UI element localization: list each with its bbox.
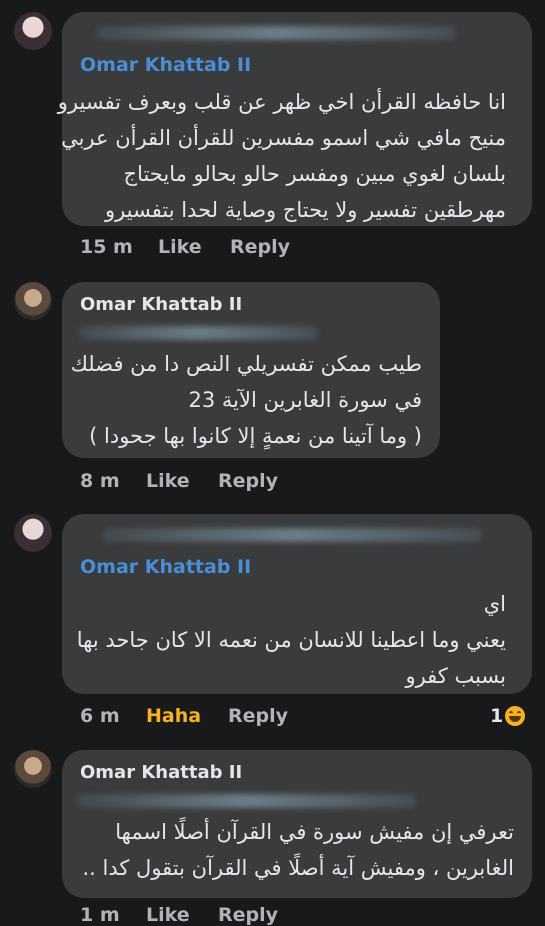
comment-author[interactable]: Omar Khattab II xyxy=(80,762,242,783)
comment-line: طيب ممكن تفسريلي النص دا من فضلك xyxy=(70,352,422,376)
comment-line: مهرطقين تفسير ولا يحتاج وصاية لحدا بتفسي… xyxy=(104,198,506,222)
like-button[interactable]: Like xyxy=(158,236,202,258)
avatar[interactable] xyxy=(14,282,52,320)
comment-author[interactable]: Omar Khattab II xyxy=(80,556,251,578)
like-button[interactable]: Like xyxy=(146,904,190,926)
redacted-text xyxy=(96,26,456,40)
avatar[interactable] xyxy=(14,12,52,50)
comment-time: 6 m xyxy=(80,705,120,727)
like-button[interactable]: Like xyxy=(146,470,190,492)
comment-line: بسبب كفرو xyxy=(405,664,506,688)
comment-text: اي يعني وما اعطينا للانسان من نعمه الا ك… xyxy=(77,586,506,694)
redacted-text xyxy=(102,528,482,542)
comment-line: ( وما آتينا من نعمةٍ إلا كانوا بها جحودا… xyxy=(89,424,422,448)
avatar[interactable] xyxy=(14,750,52,788)
comment-text: طيب ممكن تفسريلي النص دا من فضلك في سورة… xyxy=(71,346,422,454)
comment-text: تعرفي إن مفيش سورة في القرآن أصلًا اسمها… xyxy=(83,814,515,886)
reply-button[interactable]: Reply xyxy=(230,236,290,258)
redacted-text xyxy=(76,794,416,808)
comment-text: انا حافظه القرأن اخي ظهر عن قلب وبعرف تف… xyxy=(58,84,506,228)
comment-line: بلسان لغوي مبين ومفسر حالو بحالو مايحتاج xyxy=(123,162,506,186)
comment-time: 1 m xyxy=(80,904,120,926)
reply-button[interactable]: Reply xyxy=(228,705,288,727)
reply-button[interactable]: Reply xyxy=(218,904,278,926)
comment-bubble: Omar Khattab II طيب ممكن تفسريلي النص دا… xyxy=(62,282,440,458)
comment-time: 15 m xyxy=(80,236,133,258)
comment-line: تعرفي إن مفيش سورة في القرآن أصلًا اسمها xyxy=(115,820,514,844)
reaction-count[interactable]: 1 xyxy=(490,705,526,727)
comment-author[interactable]: Omar Khattab II xyxy=(80,54,251,76)
haha-label: Haha xyxy=(146,705,202,727)
comment-bubble: Omar Khattab II اي يعني وما اعطينا للانس… xyxy=(62,514,532,694)
comment-line: انا حافظه القرأن اخي ظهر عن قلب وبعرف تف… xyxy=(57,90,506,114)
comment-line: الغابرين ، ومفيش آية أصلًا في القرآن بتق… xyxy=(82,856,515,880)
haha-button[interactable]: Haha xyxy=(146,705,201,727)
reply-button[interactable]: Reply xyxy=(218,470,278,492)
comment-line: منيح مافي شي اسمو مفسرين للقرأن القرأن ع… xyxy=(61,126,506,150)
comment-line: يعني وما اعطينا للانسان من نعمه الا كان … xyxy=(76,628,506,652)
comment-bubble: Omar Khattab II تعرفي إن مفيش سورة في ال… xyxy=(62,750,532,898)
comment-time: 8 m xyxy=(80,470,120,492)
laughing-emoji-icon xyxy=(505,706,526,726)
comment-line: اي xyxy=(483,592,506,616)
avatar[interactable] xyxy=(14,514,52,552)
reaction-count-value: 1 xyxy=(490,705,504,727)
comment-author[interactable]: Omar Khattab II xyxy=(80,294,242,315)
redacted-text xyxy=(78,326,318,340)
comment-bubble: Omar Khattab II انا حافظه القرأن اخي ظهر… xyxy=(58,12,532,226)
comment-line: في سورة الغابرين الآية 23 xyxy=(188,388,422,412)
